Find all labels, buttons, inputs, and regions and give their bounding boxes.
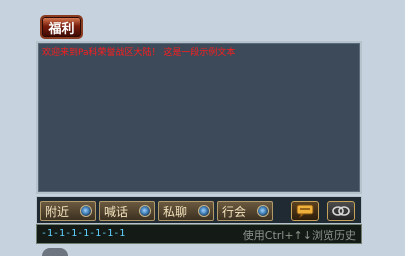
chat-input-field[interactable]: -1-1-1-1-1-1-1 使用Ctrl+↑↓浏览历史	[36, 224, 362, 244]
chat-input-value: -1-1-1-1-1-1-1	[41, 228, 126, 239]
tab-nearby[interactable]: 附近	[40, 201, 96, 221]
tab-guild[interactable]: 行会	[217, 201, 273, 221]
blue-orb-icon[interactable]	[198, 205, 210, 217]
chat-channel-bar: 附近 喊话 私聊 行会	[36, 196, 362, 224]
blue-orb-icon[interactable]	[139, 205, 151, 217]
chat-log-panel[interactable]: 欢迎来到Pa科荣誉战区大陆！ 这是一段示例文本	[36, 41, 362, 194]
blue-orb-icon[interactable]	[80, 205, 92, 217]
welfare-button[interactable]: 福利	[40, 15, 83, 39]
tab-guild-label: 行会	[222, 204, 247, 219]
tab-nearby-label: 附近	[45, 204, 70, 219]
tab-private[interactable]: 私聊	[158, 201, 214, 221]
chat-message: 欢迎来到Pa科荣誉战区大陆！ 这是一段示例文本	[42, 48, 236, 58]
tab-private-label: 私聊	[163, 204, 188, 219]
chain-link-icon	[332, 206, 350, 216]
link-button[interactable]	[327, 201, 355, 221]
tab-shout[interactable]: 喊话	[99, 201, 155, 221]
partial-icon	[42, 248, 68, 256]
speech-bubble-icon	[296, 204, 314, 218]
history-hint: 使用Ctrl+↑↓浏览历史	[242, 229, 356, 242]
welfare-button-label: 福利	[48, 21, 75, 37]
tab-shout-label: 喊话	[104, 204, 129, 219]
blue-orb-icon[interactable]	[257, 205, 269, 217]
speech-bubble-button[interactable]	[291, 201, 319, 221]
